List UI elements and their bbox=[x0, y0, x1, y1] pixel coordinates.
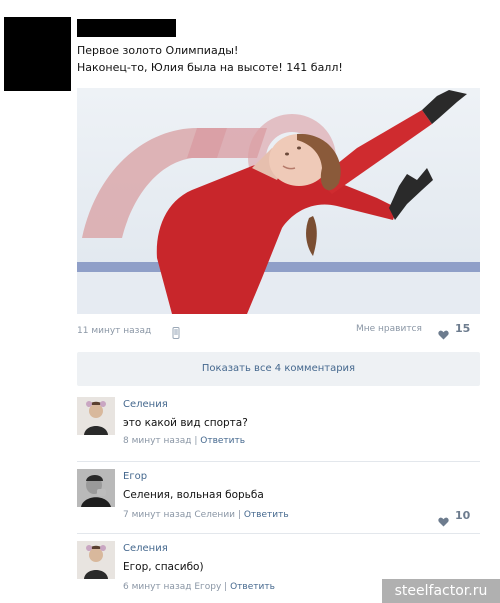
comment-meta: 6 минут назад Егору | Ответить bbox=[123, 582, 275, 592]
comment-divider bbox=[77, 533, 480, 534]
like-count: 15 bbox=[455, 322, 471, 335]
comment-timestamp[interactable]: 6 минут назад Егору bbox=[123, 582, 221, 592]
comment-timestamp[interactable]: 8 минут назад bbox=[123, 436, 191, 446]
comment-author[interactable]: Селения bbox=[123, 543, 168, 554]
reply-link[interactable]: Ответить bbox=[200, 436, 245, 446]
reply-link[interactable]: Ответить bbox=[244, 510, 289, 520]
meta-separator: | bbox=[194, 436, 198, 446]
watermark: steelfactor.ru bbox=[382, 579, 500, 603]
heart-icon[interactable] bbox=[438, 512, 449, 531]
comment-meta: 8 минут назад | Ответить bbox=[123, 436, 245, 446]
meta-separator: | bbox=[237, 510, 241, 520]
post-text-line1: Первое золото Олимпиады! bbox=[77, 44, 239, 57]
commenter-avatar[interactable] bbox=[77, 541, 115, 579]
comment-timestamp[interactable]: 7 минут назад Селении bbox=[123, 510, 235, 520]
reply-link[interactable]: Ответить bbox=[230, 582, 275, 592]
comment-divider bbox=[77, 461, 480, 462]
comment-text: Егор, спасибо) bbox=[123, 561, 204, 573]
post-timestamp[interactable]: 11 минут назад bbox=[77, 326, 151, 336]
author-name-redacted[interactable] bbox=[77, 19, 176, 37]
heart-icon[interactable] bbox=[438, 325, 449, 344]
comment-meta: 7 минут назад Селении | Ответить bbox=[123, 510, 289, 520]
post-text-line2: Наконец-то, Юлия была на высоте! 141 бал… bbox=[77, 61, 343, 74]
post-photo[interactable] bbox=[77, 88, 480, 314]
comment-text: это какой вид спорта? bbox=[123, 417, 248, 429]
meta-separator: | bbox=[224, 582, 228, 592]
show-all-comments-button[interactable]: Показать все 4 комментария bbox=[77, 352, 480, 386]
comment-author[interactable]: Егор bbox=[123, 471, 147, 482]
comment-text: Селения, вольная борьба bbox=[123, 489, 264, 501]
author-avatar-redacted[interactable] bbox=[4, 17, 71, 91]
like-label[interactable]: Мне нравится bbox=[356, 324, 422, 334]
comment-author[interactable]: Селения bbox=[123, 399, 168, 410]
commenter-avatar[interactable] bbox=[77, 397, 115, 435]
mobile-phone-icon bbox=[172, 324, 180, 343]
commenter-avatar[interactable] bbox=[77, 469, 115, 507]
comment-like-count: 10 bbox=[455, 509, 471, 522]
